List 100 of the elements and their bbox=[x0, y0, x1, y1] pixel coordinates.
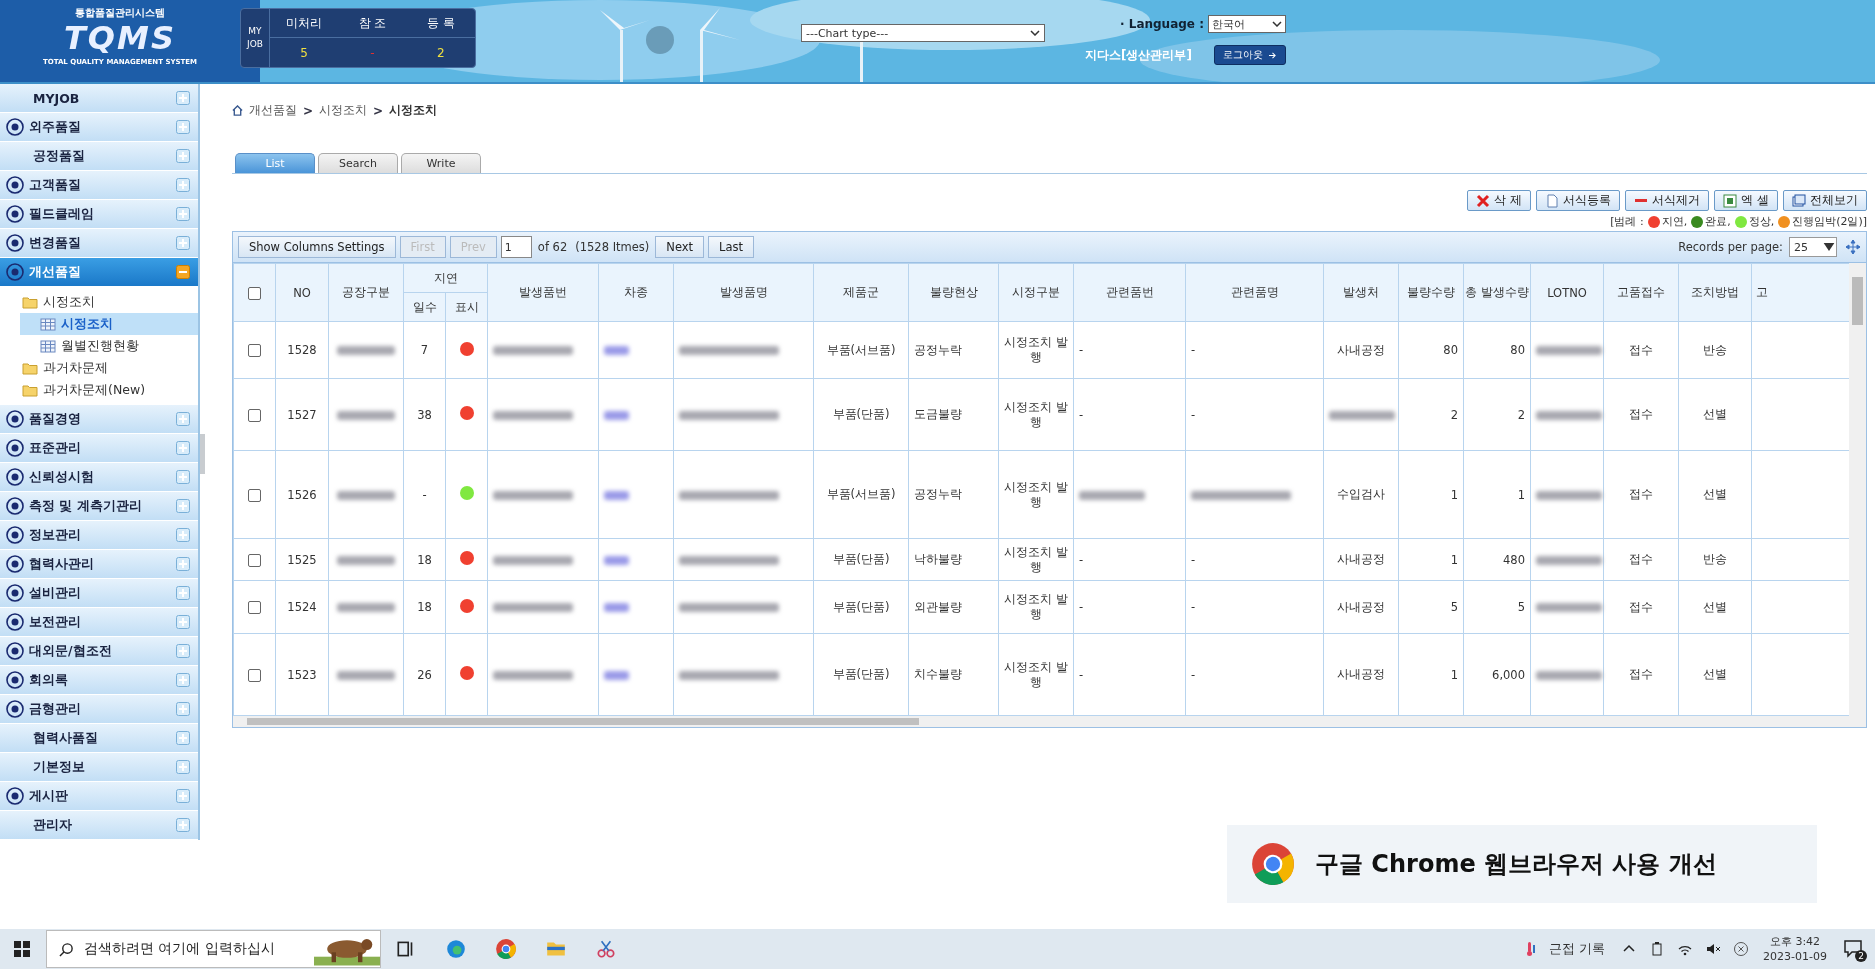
expand-icon[interactable] bbox=[176, 789, 190, 803]
expand-icon[interactable] bbox=[176, 644, 190, 658]
menu-item[interactable]: 금형관리 bbox=[0, 695, 198, 724]
column-header[interactable]: 고품접수 bbox=[1603, 263, 1679, 322]
vertical-scrollbar[interactable] bbox=[1849, 263, 1866, 716]
tree-item[interactable]: 시정조치 bbox=[20, 291, 198, 313]
menu-item[interactable]: 필드클레임 bbox=[0, 200, 198, 229]
show-columns-button[interactable]: Show Columns Settings bbox=[238, 236, 396, 258]
taskbar-search-field[interactable]: 검색하려면 여기에 입력하십시 bbox=[46, 930, 381, 968]
expand-icon[interactable] bbox=[176, 557, 190, 571]
column-header[interactable]: 발생품명 bbox=[673, 263, 814, 322]
column-header[interactable]: 불량수량 bbox=[1398, 263, 1464, 322]
menu-item[interactable]: 개선품질 bbox=[0, 258, 198, 287]
expand-icon[interactable] bbox=[176, 91, 190, 105]
menu-item[interactable]: 대외문/협조전 bbox=[0, 637, 198, 666]
column-header[interactable]: 발생처 bbox=[1323, 263, 1399, 322]
column-header[interactable]: 고 bbox=[1751, 263, 1849, 322]
expand-icon[interactable] bbox=[176, 470, 190, 484]
edge-icon[interactable] bbox=[445, 938, 467, 960]
menu-item[interactable]: 변경품질 bbox=[0, 229, 198, 258]
breadcrumb-link[interactable]: 시정조치 bbox=[319, 102, 368, 119]
expand-icon[interactable] bbox=[176, 818, 190, 832]
column-header[interactable]: 불량현상 bbox=[908, 263, 999, 322]
menu-item[interactable]: 기본정보 bbox=[0, 753, 198, 782]
expand-icon[interactable] bbox=[176, 586, 190, 600]
expand-icon[interactable] bbox=[176, 441, 190, 455]
row-checkbox[interactable] bbox=[248, 553, 261, 567]
expand-icon[interactable] bbox=[176, 412, 190, 426]
menu-item[interactable]: MYJOB bbox=[0, 84, 198, 113]
menu-item[interactable]: 품질경영 bbox=[0, 405, 198, 434]
column-header[interactable]: 발생품번 bbox=[487, 263, 599, 322]
tree-item[interactable]: 과거차문제 bbox=[20, 357, 198, 379]
column-header[interactable]: NO bbox=[275, 263, 329, 322]
expand-icon[interactable] bbox=[176, 178, 190, 192]
expand-icon[interactable] bbox=[176, 207, 190, 221]
chrome-icon[interactable] bbox=[495, 938, 517, 960]
action-button[interactable]: 전체보기 bbox=[1783, 190, 1867, 211]
menu-item[interactable]: 협력사품질 bbox=[0, 724, 198, 753]
expand-icon[interactable] bbox=[176, 731, 190, 745]
column-header[interactable]: 차종 bbox=[598, 263, 674, 322]
menu-item[interactable]: 공정품질 bbox=[0, 142, 198, 171]
expand-icon[interactable] bbox=[176, 615, 190, 629]
action-button[interactable]: 서식등록 bbox=[1536, 190, 1621, 211]
column-header[interactable]: 총 발생수량 bbox=[1463, 263, 1531, 322]
collapse-handle[interactable] bbox=[200, 434, 205, 474]
myjob-count[interactable]: 2 bbox=[437, 45, 445, 60]
clock-date[interactable]: 2023-01-09 bbox=[1763, 949, 1827, 964]
action-button[interactable]: 엑 셀 bbox=[1714, 190, 1778, 211]
menu-item[interactable]: 관리자 bbox=[0, 811, 198, 840]
column-header[interactable]: 관련품번 bbox=[1073, 263, 1186, 322]
expand-icon[interactable] bbox=[176, 702, 190, 716]
row-checkbox[interactable] bbox=[248, 344, 261, 357]
tab[interactable]: Write bbox=[401, 153, 481, 173]
column-header[interactable]: 관련품명 bbox=[1185, 263, 1324, 322]
expand-icon[interactable] bbox=[176, 760, 190, 774]
expand-icon[interactable] bbox=[176, 673, 190, 687]
action-button[interactable]: 삭 제 bbox=[1467, 190, 1532, 211]
menu-item[interactable]: 게시판 bbox=[0, 782, 198, 811]
next-button[interactable]: Next bbox=[655, 236, 705, 258]
column-header[interactable]: 제품군 bbox=[813, 263, 909, 322]
menu-item[interactable]: 표준관리 bbox=[0, 434, 198, 463]
select-all-checkbox[interactable] bbox=[248, 286, 261, 300]
menu-item[interactable]: 고객품질 bbox=[0, 171, 198, 200]
tab[interactable]: Search bbox=[318, 153, 398, 173]
tree-item[interactable]: 시정조치 bbox=[20, 313, 198, 335]
row-checkbox[interactable] bbox=[248, 488, 261, 502]
collapse-icon[interactable] bbox=[176, 265, 190, 279]
expand-icon[interactable] bbox=[176, 149, 190, 163]
breadcrumb-link[interactable]: 시정조치 bbox=[389, 102, 438, 119]
expand-icon[interactable] bbox=[176, 120, 190, 134]
expand-icon[interactable] bbox=[176, 236, 190, 250]
page-field[interactable]: 1 bbox=[500, 236, 532, 258]
menu-item[interactable]: 측정 및 계측기관리 bbox=[0, 492, 198, 521]
muted-speaker-icon[interactable] bbox=[1705, 941, 1722, 957]
tree-item[interactable]: 과거차문제(New) bbox=[20, 379, 198, 401]
menu-item[interactable]: 협력사관리 bbox=[0, 550, 198, 579]
menu-item[interactable]: 보전관리 bbox=[0, 608, 198, 637]
column-header[interactable]: 시정구분 bbox=[998, 263, 1074, 322]
records-select[interactable]: 25 bbox=[1789, 237, 1837, 257]
expand-icon[interactable] bbox=[176, 499, 190, 513]
last-button[interactable]: Last bbox=[708, 236, 755, 258]
scissors-icon[interactable] bbox=[595, 938, 617, 960]
move-icon[interactable] bbox=[1845, 239, 1861, 255]
windows-start-icon[interactable] bbox=[14, 941, 30, 957]
menu-item[interactable]: 설비관리 bbox=[0, 579, 198, 608]
notification-icon[interactable] bbox=[1843, 938, 1863, 958]
close-circle-icon[interactable] bbox=[1733, 941, 1750, 957]
myjob-count[interactable]: 5 bbox=[300, 45, 308, 60]
row-checkbox[interactable] bbox=[248, 668, 261, 682]
tree-item[interactable]: 월별진행현황 bbox=[20, 335, 198, 357]
clock-time[interactable]: 오후 3:42 bbox=[1769, 934, 1821, 949]
column-header[interactable]: 공장구분 bbox=[328, 263, 404, 322]
menu-item[interactable]: 외주품질 bbox=[0, 113, 198, 142]
column-header[interactable]: LOTNO bbox=[1530, 263, 1604, 322]
row-checkbox[interactable] bbox=[248, 601, 261, 614]
expand-icon[interactable] bbox=[176, 528, 190, 542]
row-checkbox[interactable] bbox=[248, 408, 261, 422]
horizontal-scrollbar[interactable] bbox=[233, 716, 1866, 727]
menu-item[interactable]: 회의록 bbox=[0, 666, 198, 695]
chart-type-select[interactable]: ---Chart type--- bbox=[801, 24, 1045, 42]
